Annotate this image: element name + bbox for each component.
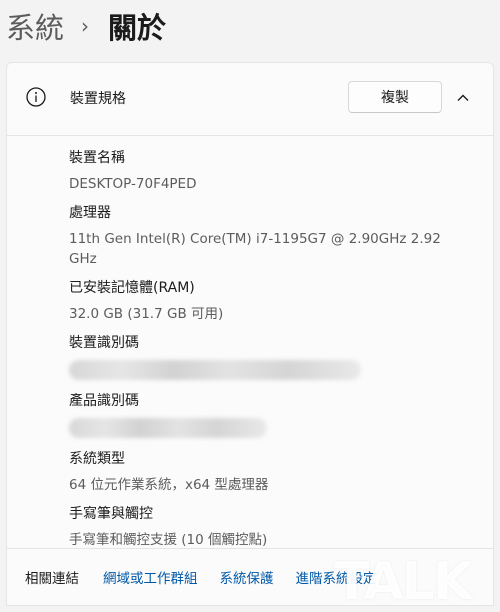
- breadcrumb-separator: ›: [81, 14, 90, 38]
- link-domain-workgroup[interactable]: 網域或工作群組: [103, 567, 198, 587]
- related-links-title: 相關連結: [25, 571, 79, 587]
- pen-touch-value: 手寫筆和觸控支援 (10 個觸控點): [69, 532, 268, 548]
- info-icon: [26, 87, 46, 107]
- link-system-protection[interactable]: 系統保護: [220, 567, 274, 587]
- breadcrumb: 系統 › 關於: [6, 6, 166, 46]
- chevron-up-icon[interactable]: [456, 91, 470, 105]
- page-title: 關於: [108, 11, 167, 45]
- system-type-label: 系統類型: [69, 451, 125, 467]
- link-advanced-system-settings[interactable]: 進階系統設定: [296, 567, 377, 587]
- processor-label: 處理器: [69, 205, 111, 221]
- device-specs-header[interactable]: 裝置規格 複製: [7, 63, 493, 136]
- pen-touch-label: 手寫筆與觸控: [69, 506, 153, 522]
- device-specs-list: 裝置名稱 DESKTOP-70F4PED 處理器 11th Gen Intel(…: [69, 147, 449, 558]
- ram-value: 32.0 GB (31.7 GB 可用): [69, 306, 224, 322]
- product-id-value-redacted: [69, 418, 267, 438]
- product-id-label: 產品識別碼: [69, 393, 139, 409]
- device-specs-card: 裝置規格 複製 裝置名稱 DESKTOP-70F4PED 處理器 11th Ge…: [6, 62, 494, 548]
- device-name-value: DESKTOP-70F4PED: [69, 176, 197, 192]
- copy-button[interactable]: 複製: [348, 81, 442, 113]
- ram-label: 已安裝記憶體(RAM): [69, 280, 195, 296]
- processor-value: 11th Gen Intel(R) Core(TM) i7-1195G7 @ 2…: [69, 231, 441, 267]
- related-links-bar: 相關連結 網域或工作群組 系統保護 進階系統設定: [6, 548, 494, 606]
- device-specs-title: 裝置規格: [70, 91, 126, 107]
- system-type-value: 64 位元作業系統，x64 型處理器: [69, 477, 269, 493]
- device-name-label: 裝置名稱: [69, 150, 125, 166]
- device-id-label: 裝置識別碼: [69, 335, 139, 351]
- device-id-value-redacted: [69, 360, 361, 380]
- breadcrumb-parent-system[interactable]: 系統: [6, 5, 64, 47]
